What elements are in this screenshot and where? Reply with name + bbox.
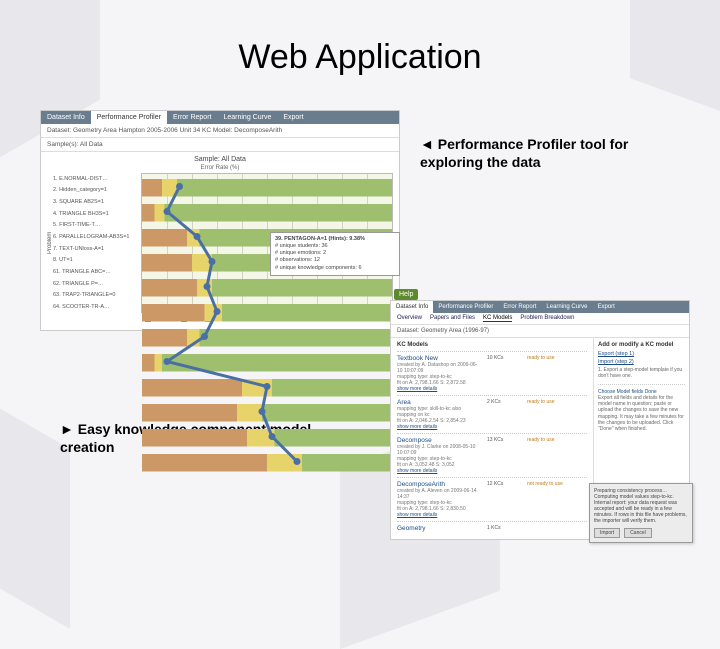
kc-model-created: created by A. Aleven on 2009-06-14 14:37 <box>397 488 481 500</box>
kc-model-name[interactable]: DecomposeArith <box>397 481 481 488</box>
tab-error-report[interactable]: Error Report <box>498 301 541 313</box>
subtab-overview[interactable]: Overview <box>397 315 422 322</box>
tab-performance-profiler[interactable]: Performance Profiler <box>91 111 167 124</box>
kcm-tabbar: Dataset Info Performance Profiler Error … <box>391 301 689 313</box>
subtab-problem-breakdown[interactable]: Problem Breakdown <box>520 315 574 322</box>
kc-model-row: Geometry 1 KCs <box>397 521 587 535</box>
kc-model-kcs: 1 KCs <box>487 525 521 532</box>
problem-label: 6. PARALLELOGRAM-AB3S=1 <box>53 234 139 240</box>
tab-dataset-info[interactable]: Dataset Info <box>41 111 91 124</box>
tab-error-report[interactable]: Error Report <box>167 111 218 124</box>
tab-learning-curve[interactable]: Learning Curve <box>541 301 592 313</box>
problem-label: 2. Hidden_category=1 <box>53 187 139 193</box>
kc-model-kcs: 13 KCs <box>487 437 521 474</box>
problem-label: 63. TRAP2-TRIANGLE=0 <box>53 292 139 298</box>
side-title: Add or modify a KC model <box>598 342 685 348</box>
problem-label: 8. UT=1 <box>53 257 139 263</box>
import-button[interactable]: Import <box>594 528 620 538</box>
kcm-side-panel: Add or modify a KC model Export (step 1)… <box>593 338 689 539</box>
profiler-sample-line: Sample(s): All Data <box>41 138 399 152</box>
problem-label: 64. SCOOTER-TR-A… <box>53 304 139 310</box>
kc-model-status: ready to use <box>527 399 587 430</box>
kc-model-name[interactable]: Geometry <box>397 525 481 532</box>
kc-model-status: not ready to use <box>527 481 587 518</box>
chart-category-labels: 1. E.NORMAL-DIST… 2. Hidden_category=1 3… <box>53 173 141 313</box>
chart-series-svg <box>142 174 392 474</box>
chart-title: Sample: All Data <box>47 156 393 163</box>
help-button[interactable]: Help <box>394 289 418 300</box>
profiler-tabbar: Dataset Info Performance Profiler Error … <box>41 111 399 124</box>
tab-export[interactable]: Export <box>592 301 619 313</box>
kc-model-name[interactable]: Decompose <box>397 437 481 444</box>
kc-model-row: Decompose created by J. Clarke on 2008-0… <box>397 433 587 477</box>
kc-models-screenshot: Help Dataset Info Performance Profiler E… <box>390 300 690 540</box>
kcm-section-title: KC Models <box>397 342 587 348</box>
kc-model-name[interactable]: Textbook New <box>397 355 481 362</box>
chart-grid: 39. PENTAGON-A=1 (Hints): 9.38% # unique… <box>141 173 393 313</box>
problem-label: 61. TRIANGLE ABC=… <box>53 269 139 275</box>
cancel-button[interactable]: Cancel <box>624 528 652 538</box>
kc-model-kcs: 2 KCs <box>487 399 521 430</box>
tooltip-row: # observations: 12 <box>275 257 395 264</box>
popup-text: Preparing consistency process… Computing… <box>594 488 688 524</box>
tooltip-row: # unique knowledge components: 6 <box>275 265 395 272</box>
subtab-papers[interactable]: Papers and Files <box>430 315 475 322</box>
tab-dataset-info[interactable]: Dataset Info <box>391 301 433 313</box>
problem-label: 3. SQUARE AB2S=1 <box>53 199 139 205</box>
kc-model-mapping: mapping type: skill-to-kc also mapping o… <box>397 406 481 418</box>
problem-label: 4. TRIANGLE BH3S=1 <box>53 211 139 217</box>
kc-model-status: ready to use <box>527 355 587 392</box>
caption-profiler: ◄ Performance Profiler tool for explorin… <box>420 135 680 171</box>
kcm-subtabs: Overview Papers and Files KC Models Prob… <box>391 313 689 325</box>
tab-performance-profiler[interactable]: Performance Profiler <box>433 301 498 313</box>
tooltip-row: # unique emotions: 2 <box>275 250 395 257</box>
kcm-dataset-line: Dataset: Geometry Area (1996-97) <box>391 325 689 337</box>
kc-model-details-link[interactable]: show more details <box>397 512 481 518</box>
kc-model-name[interactable]: Area <box>397 399 481 406</box>
problem-label: 1. E.NORMAL-DIST… <box>53 176 139 182</box>
chart-tooltip: 39. PENTAGON-A=1 (Hints): 9.38% # unique… <box>270 232 400 276</box>
chart-subtitle: Error Rate (%) <box>47 165 393 171</box>
import-link[interactable]: Import (step 2) <box>598 359 685 365</box>
problem-label: 5. FIRST-TIME-T… <box>53 222 139 228</box>
chart-y-axis-label: Problem <box>47 173 53 313</box>
profiler-dataset-line: Dataset: Geometry Area Hampton 2005-2006… <box>41 124 399 138</box>
kc-model-status <box>527 525 587 532</box>
kcm-list: KC Models Textbook New created by A. Dat… <box>391 338 593 539</box>
side-note-2: Export all fields and details for the mo… <box>598 395 685 433</box>
kc-model-status: ready to use <box>527 437 587 474</box>
tooltip-title: 39. PENTAGON-A=1 (Hints): 9.38% <box>275 236 395 243</box>
side-note-1: 1. Export a step-model template if you d… <box>598 367 685 380</box>
import-popup: Preparing consistency process… Computing… <box>589 483 693 543</box>
slide-title: Web Application <box>0 38 720 77</box>
kc-model-row: DecomposeArith created by A. Aleven on 2… <box>397 477 587 521</box>
subtab-kc-models[interactable]: KC Models <box>483 315 512 322</box>
tab-learning-curve[interactable]: Learning Curve <box>217 111 277 124</box>
kc-model-row: Area mapping type: skill-to-kc also mapp… <box>397 395 587 433</box>
problem-label: 7. TEXT-UNloss-A=1 <box>53 246 139 252</box>
problem-label: 62. TRIANGLE P=… <box>53 281 139 287</box>
kc-model-kcs: 12 KCs <box>487 481 521 518</box>
kc-model-details-link[interactable]: show more details <box>397 424 481 430</box>
kc-model-created: created by A. Datashop on 2009-06-10 10:… <box>397 362 481 374</box>
profiler-screenshot: Dataset Info Performance Profiler Error … <box>40 110 400 331</box>
kc-model-details-link[interactable]: show more details <box>397 386 481 392</box>
export-link[interactable]: Export (step 1) <box>598 351 685 357</box>
kc-model-row: Textbook New created by A. Datashop on 2… <box>397 351 587 395</box>
kc-model-kcs: 10 KCs <box>487 355 521 392</box>
kc-model-created: created by J. Clarke on 2008-05-10 10:07… <box>397 444 481 456</box>
profiler-chart: Sample: All Data Error Rate (%) Problem … <box>41 152 399 330</box>
kc-model-details-link[interactable]: show more details <box>397 468 481 474</box>
tooltip-row: # unique students: 36 <box>275 243 395 250</box>
tab-export[interactable]: Export <box>277 111 309 124</box>
